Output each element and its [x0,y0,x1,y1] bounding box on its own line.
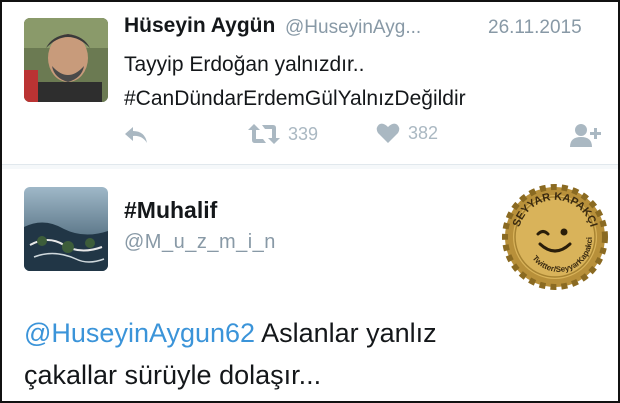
author-name[interactable]: #Muhalif [124,197,217,224]
author-name[interactable]: Hüseyin Aygün [124,14,275,38]
hashtag-link[interactable]: #CanDündarErdemGülYalnızDeğildir [124,82,466,116]
bottle-cap-watermark: SEYYAR KAPAKÇI Twitter/SeyyarKapakci [498,180,612,294]
author-handle[interactable]: @HuseyinAyg... [285,17,421,39]
tweet-actions: 339 382 [2,120,618,152]
tweet-text: @HuseyinAygun62 Aslanlar yanlız çakallar… [24,312,604,396]
heart-icon [376,122,400,144]
reply-icon [123,124,149,146]
tweet-date[interactable]: 26.11.2015 [488,17,582,39]
retweet-icon [248,122,280,146]
avatar[interactable] [24,18,108,102]
retweet-button[interactable]: 339 [248,122,318,146]
author-handle[interactable]: @M_u_z_m_i_n [124,231,276,254]
screenshot-frame: Hüseyin Aygün @HuseyinAyg... 26.11.2015 … [0,0,620,403]
reply-button[interactable] [123,124,149,146]
tweet-text: Tayyip Erdoğan yalnızdır.. #CanDündarErd… [124,48,466,116]
separator-band [2,165,618,169]
mention-link[interactable]: @HuseyinAygun62 [24,318,255,348]
follow-button[interactable] [569,122,601,148]
tweet-line: Tayyip Erdoğan yalnızdır.. [124,53,365,76]
retweet-count: 339 [288,123,319,144]
tweet-text-part: Aslanlar yanlız [255,318,437,348]
tweet-1[interactable]: Hüseyin Aygün @HuseyinAyg... 26.11.2015 … [2,2,618,164]
tweet-line: çakallar sürüyle dolaşır... [24,360,322,390]
avatar[interactable] [24,187,108,271]
like-button[interactable]: 382 [376,122,438,144]
follow-icon [569,122,601,148]
like-count: 382 [408,122,439,143]
